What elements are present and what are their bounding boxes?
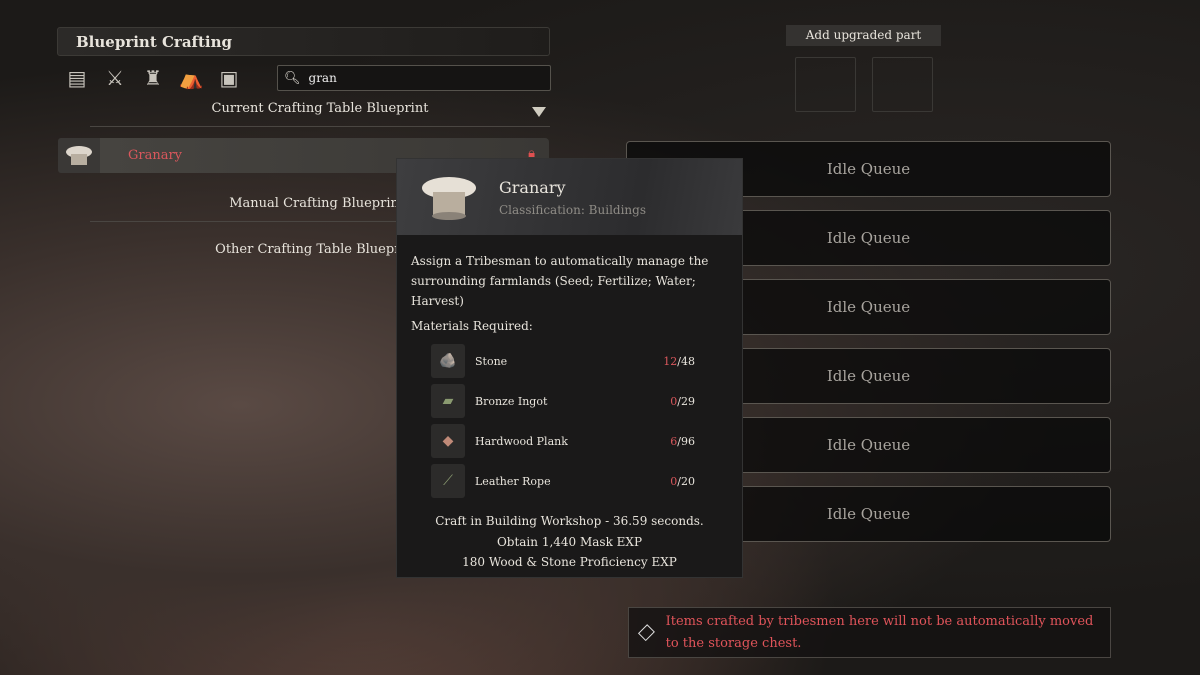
stone-icon: 🪨 [431, 344, 465, 378]
hardwood-plank-icon: ◆ [431, 424, 465, 458]
weapons-icon[interactable]: ⚔ [102, 66, 128, 90]
proficiency-exp: 180 Wood & Stone Proficiency EXP [462, 555, 677, 569]
upgrade-slot[interactable] [872, 57, 933, 112]
panel-title: Blueprint Crafting [57, 27, 550, 56]
material-row: ▰ Bronze Ingot 0/29 [431, 381, 742, 421]
craft-time: Craft in Building Workshop - 36.59 secon… [435, 514, 704, 528]
material-name: Leather Rope [475, 474, 551, 488]
dropdown-triangle-icon [532, 107, 546, 117]
material-name: Stone [475, 354, 508, 368]
leather-rope-icon: ⟋ [431, 464, 465, 498]
armor-icon[interactable]: ♜ [140, 66, 166, 90]
mask-exp: Obtain 1,440 Mask EXP [496, 534, 643, 549]
blocks-icon[interactable]: ▣ [216, 66, 242, 90]
tooltip-classification: Classification: Buildings [499, 202, 646, 217]
material-row: ◆ Hardwood Plank 6/96 [431, 421, 742, 461]
material-name: Hardwood Plank [475, 434, 568, 448]
material-name: Bronze Ingot [475, 394, 548, 408]
material-need: /29 [677, 394, 695, 408]
category-tabs: ▤ ⚔ ♜ ⛺ ▣ [64, 66, 242, 90]
material-need: /96 [677, 434, 695, 448]
search-input[interactable] [308, 71, 509, 85]
section-current[interactable]: Current Crafting Table Blueprint [90, 101, 550, 127]
section-label: Manual Crafting Blueprints [229, 196, 411, 211]
material-need: /20 [677, 474, 695, 488]
diamond-icon [637, 624, 655, 641]
granary-image [422, 177, 476, 220]
material-row: 🪨 Stone 12/48 [431, 341, 742, 381]
tooltip-title: Granary [499, 177, 566, 197]
material-have: 12 [663, 354, 678, 368]
section-label: Other Crafting Table Blueprints [215, 242, 425, 257]
search-box[interactable]: 🔍︎ [277, 65, 551, 91]
item-label: Granary [128, 148, 183, 163]
materials-label: Materials Required: [411, 319, 533, 333]
tent-icon[interactable]: ⛺ [178, 66, 204, 90]
item-tooltip: Granary Classification: Buildings Assign… [396, 158, 743, 578]
storage-notice: Items crafted by tribesmen here will not… [628, 607, 1111, 658]
tooltip-description: Assign a Tribesman to automatically mana… [411, 254, 709, 308]
upgrade-slot[interactable] [795, 57, 856, 112]
granary-thumbnail [58, 138, 100, 173]
add-upgraded-part-button[interactable]: Add upgraded part [786, 25, 941, 46]
materials-icon[interactable]: ▤ [64, 66, 90, 90]
bronze-ingot-icon: ▰ [431, 384, 465, 418]
material-need: /48 [677, 354, 695, 368]
notice-text: Items crafted by tribesmen here will not… [665, 613, 1094, 651]
material-row: ⟋ Leather Rope 0/20 [431, 461, 742, 501]
search-icon: 🔍︎ [284, 70, 301, 86]
section-label: Current Crafting Table Blueprint [211, 101, 429, 116]
